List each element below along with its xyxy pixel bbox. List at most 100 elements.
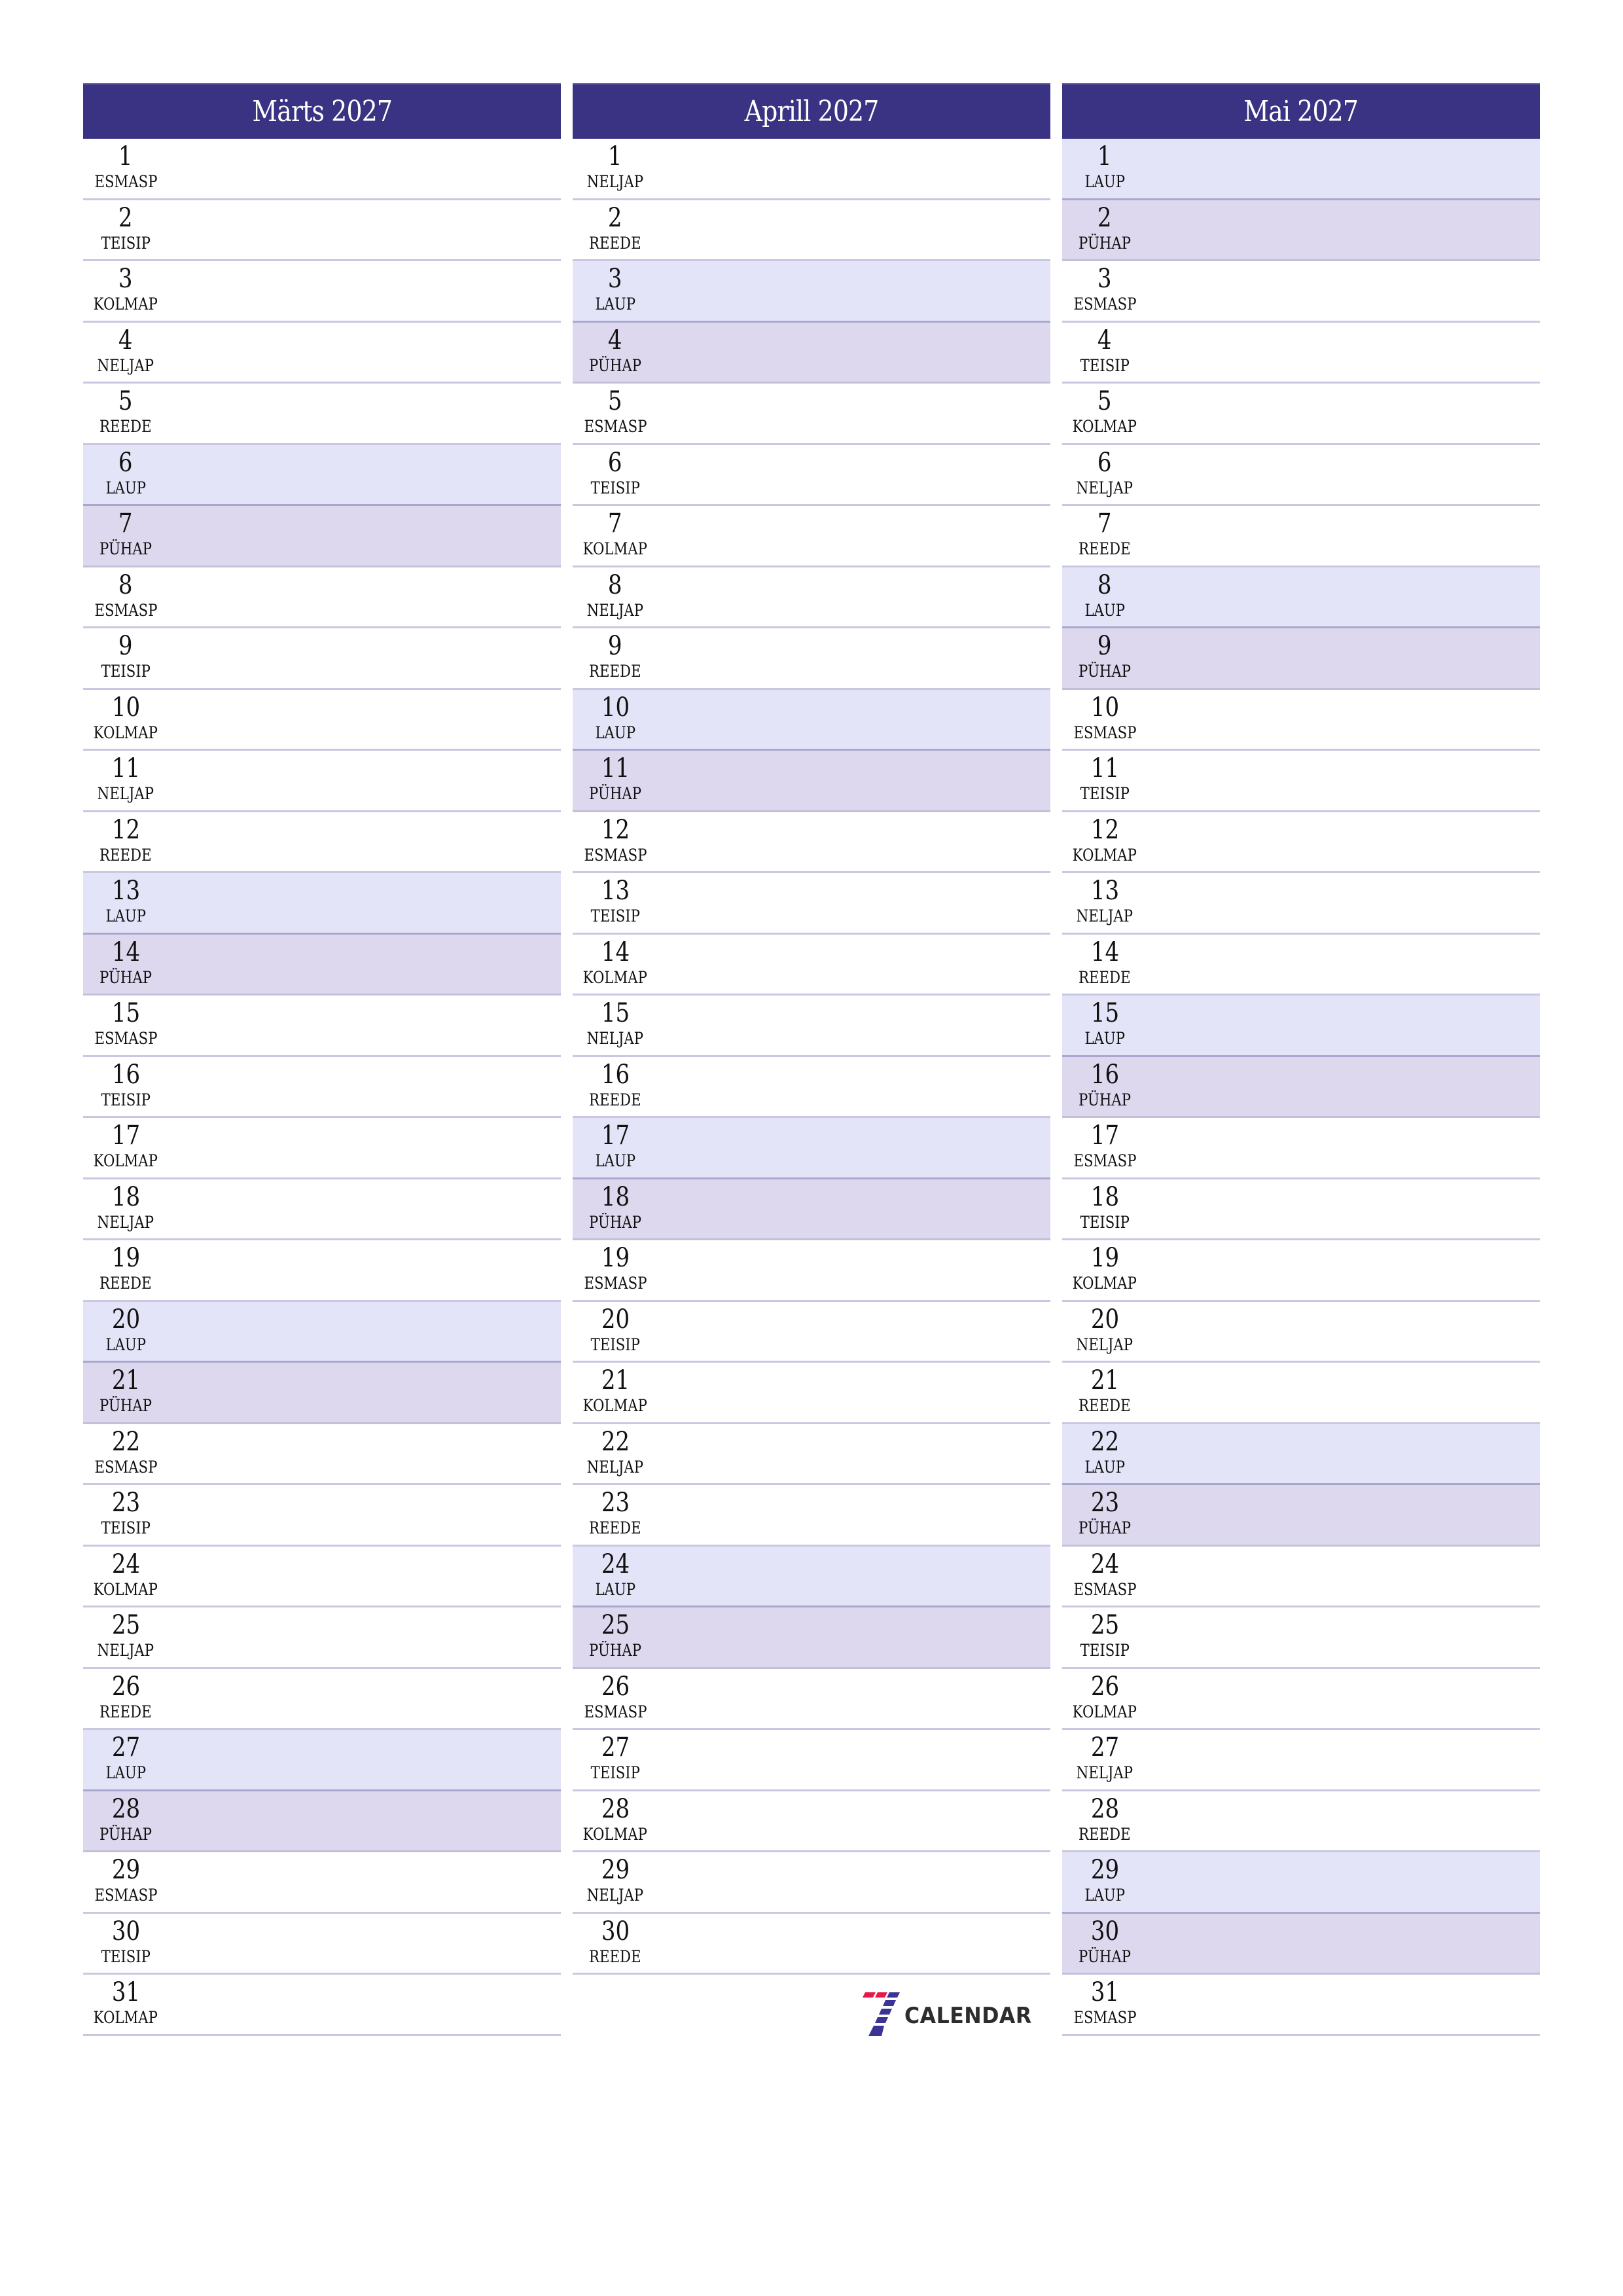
day-number: 17 [83, 1119, 168, 1152]
day-cell: 10 ESMASP [1062, 690, 1147, 749]
day-row: 29 ESMASP [83, 1852, 561, 1914]
day-cell: 14 PÜHAP [83, 935, 168, 994]
weekday-label: ESMASP [77, 601, 175, 620]
day-row: 23 PÜHAP [1062, 1485, 1540, 1547]
weekday-label-text: KOLMAP [582, 539, 648, 558]
day-cell: 7 PÜHAP [83, 506, 168, 565]
day-number-text: 3 [608, 264, 622, 294]
day-number-text: 11 [1090, 753, 1119, 783]
weekday-label-text: KOLMAP [1072, 845, 1137, 865]
day-cell: 25 TEISIP [1062, 1607, 1147, 1667]
weekday-label: REEDE [1056, 1825, 1154, 1844]
weekday-label: REEDE [77, 1274, 175, 1293]
day-number: 16 [83, 1058, 168, 1091]
weekday-label: KOLMAP [1056, 418, 1154, 436]
day-row: 14 REEDE [1062, 934, 1540, 996]
day-number: 14 [1062, 936, 1147, 969]
day-number-text: 23 [1090, 1488, 1119, 1518]
day-row: 28 KOLMAP [573, 1791, 1050, 1852]
day-number-text: 25 [111, 1610, 140, 1640]
weekday-label: KOLMAP [566, 968, 664, 987]
weekday-label-text: PÜHAP [99, 1824, 152, 1844]
day-row: 17 LAUP [573, 1118, 1050, 1179]
day-number-text: 22 [111, 1426, 140, 1457]
day-number: 29 [83, 1854, 168, 1886]
weekday-label-text: ESMASP [583, 845, 647, 865]
day-cell: 16 TEISIP [83, 1057, 168, 1117]
day-row: 12 REEDE [83, 812, 561, 873]
weekday-label-text: ESMASP [583, 1274, 647, 1293]
day-number-text: 18 [1090, 1181, 1119, 1212]
day-number: 12 [573, 814, 658, 846]
month-title: Aprill 2027 [744, 95, 880, 128]
weekday-label-text: REEDE [589, 233, 641, 253]
day-row: 29 NELJAP [573, 1852, 1050, 1914]
day-number: 18 [83, 1181, 168, 1213]
month-header: Mai 2027 [1062, 83, 1540, 139]
day-number: 28 [573, 1793, 658, 1825]
month-column-march: Märts 2027 1 ESMASP 2 TEISIP 3 KOLMAP 4 NELJAP 5… [83, 83, 561, 2036]
day-cell: 28 PÜHAP [83, 1791, 168, 1851]
day-row: 11 PÜHAP [573, 751, 1050, 812]
day-number: 3 [1062, 262, 1147, 295]
day-number-text: 9 [1097, 631, 1112, 661]
day-row: 10 KOLMAP [83, 689, 561, 751]
day-number: 13 [573, 874, 658, 907]
day-cell: 22 ESMASP [83, 1424, 168, 1484]
day-number-text: 16 [111, 1059, 140, 1090]
day-number: 5 [573, 385, 658, 418]
weekday-label-text: ESMASP [1073, 723, 1137, 742]
day-row: 4 NELJAP [83, 322, 561, 384]
weekday-label: LAUP [566, 1152, 664, 1170]
day-row: 15 ESMASP [83, 996, 561, 1057]
weekday-label: ESMASP [566, 1274, 664, 1293]
day-number: 31 [1062, 1976, 1147, 2009]
day-number: 9 [1062, 630, 1147, 662]
weekday-label-text: NELJAP [1076, 478, 1133, 497]
day-number: 27 [573, 1731, 658, 1764]
day-number: 15 [83, 997, 168, 1030]
weekday-label: KOLMAP [566, 1825, 664, 1844]
weekday-label-text: TEISIP [101, 1090, 151, 1109]
day-number-text: 2 [608, 202, 622, 233]
day-row: 28 REEDE [1062, 1791, 1540, 1852]
day-number: 10 [573, 691, 658, 724]
weekday-label-text: TEISIP [101, 662, 151, 681]
weekday-label-text: LAUP [1084, 1886, 1125, 1905]
day-number-text: 4 [118, 325, 133, 355]
day-number: 13 [83, 874, 168, 907]
day-number-text: 25 [1090, 1610, 1119, 1640]
weekday-label-text: ESMASP [583, 1702, 647, 1721]
day-cell: 23 TEISIP [83, 1485, 168, 1545]
weekday-label: LAUP [1056, 173, 1154, 191]
weekday-label: KOLMAP [77, 2009, 175, 2027]
day-cell: 21 PÜHAP [83, 1363, 168, 1422]
weekday-label: ESMASP [77, 1030, 175, 1048]
day-number: 23 [1062, 1486, 1147, 1519]
weekday-label-text: TEISIP [1080, 784, 1130, 803]
day-cell: 19 ESMASP [573, 1240, 658, 1300]
weekday-label-text: TEISIP [101, 233, 151, 253]
weekday-label-text: ESMASP [94, 1029, 158, 1048]
day-row: 12 KOLMAP [1062, 812, 1540, 873]
day-number-text: 18 [111, 1181, 140, 1212]
weekday-label: KOLMAP [77, 723, 175, 742]
day-row: 17 ESMASP [1062, 1118, 1540, 1179]
weekday-label: TEISIP [77, 662, 175, 681]
day-number: 1 [83, 140, 168, 173]
day-row: 2 PÜHAP [1062, 200, 1540, 261]
day-cell: 16 PÜHAP [1062, 1057, 1147, 1117]
day-cell: 9 REEDE [573, 628, 658, 688]
logo-blue-segment [887, 1992, 900, 1998]
weekday-label: TEISIP [77, 1090, 175, 1109]
weekday-label-text: LAUP [105, 478, 146, 497]
day-row: 9 REEDE [573, 628, 1050, 690]
day-number: 24 [1062, 1548, 1147, 1581]
month-header: Aprill 2027 [573, 83, 1050, 139]
day-cell: 16 REEDE [573, 1057, 658, 1117]
day-number: 8 [83, 569, 168, 601]
day-number: 23 [83, 1486, 168, 1519]
weekday-label-text: REEDE [1079, 1824, 1131, 1844]
day-number: 29 [573, 1854, 658, 1886]
day-number: 20 [1062, 1303, 1147, 1336]
